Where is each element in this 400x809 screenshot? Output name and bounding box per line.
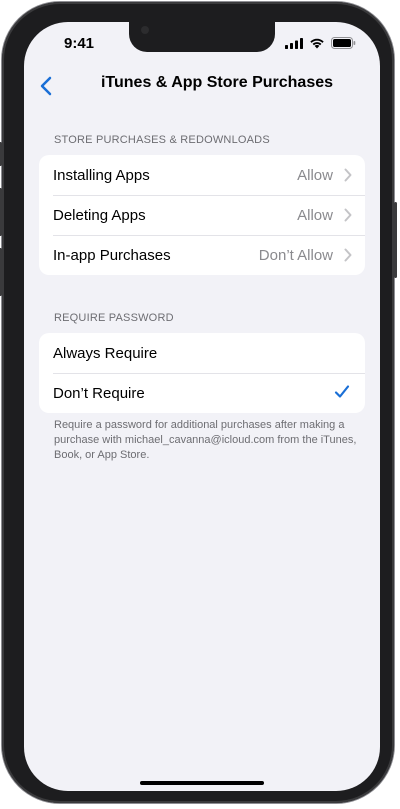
chevron-right-icon xyxy=(344,248,352,262)
store-purchases-group: Installing Apps Allow Deleting Apps Allo… xyxy=(39,155,365,275)
home-indicator[interactable] xyxy=(140,781,264,785)
navigation-bar: iTunes & App Store Purchases xyxy=(24,66,380,106)
status-icons xyxy=(285,37,356,49)
chevron-right-icon xyxy=(344,208,352,222)
battery-icon xyxy=(331,37,356,49)
row-value: Allow xyxy=(297,166,333,184)
page-title: iTunes & App Store Purchases xyxy=(100,74,334,91)
chevron-left-icon xyxy=(40,76,52,96)
row-in-app-purchases[interactable]: In-app Purchases Don’t Allow xyxy=(39,235,365,275)
option-dont-require[interactable]: Don’t Require xyxy=(39,373,365,413)
section-header-store: STORE PURCHASES & REDOWNLOADS xyxy=(54,134,270,146)
volume-up-button xyxy=(0,188,2,236)
row-label: Installing Apps xyxy=(53,166,150,184)
row-installing-apps[interactable]: Installing Apps Allow xyxy=(39,155,365,195)
row-label: In-app Purchases xyxy=(53,246,171,264)
cellular-signal-icon xyxy=(285,37,303,49)
password-footer-note: Require a password for additional purcha… xyxy=(54,419,357,461)
row-value: Don’t Allow xyxy=(258,246,333,264)
chevron-right-icon xyxy=(344,168,352,182)
status-time: 9:41 xyxy=(64,35,95,52)
row-label: Always Require xyxy=(53,344,158,362)
section-header-password: REQUIRE PASSWORD xyxy=(54,312,174,324)
row-label: Deleting Apps xyxy=(53,206,146,224)
wifi-icon xyxy=(310,38,324,49)
back-button[interactable] xyxy=(32,72,60,100)
screen: 9:41 iTunes & App Store Purchases STORE … xyxy=(24,22,380,791)
checkmark-icon xyxy=(334,385,350,398)
row-label: Don’t Require xyxy=(53,384,145,402)
power-button xyxy=(394,202,397,278)
volume-down-button xyxy=(0,248,2,296)
silent-switch xyxy=(0,142,2,166)
require-password-group: Always Require Don’t Require xyxy=(39,333,365,413)
row-deleting-apps[interactable]: Deleting Apps Allow xyxy=(39,195,365,235)
notch xyxy=(129,22,275,52)
phone-frame: 9:41 iTunes & App Store Purchases STORE … xyxy=(0,2,397,803)
option-always-require[interactable]: Always Require xyxy=(39,333,365,373)
row-value: Allow xyxy=(297,206,333,224)
